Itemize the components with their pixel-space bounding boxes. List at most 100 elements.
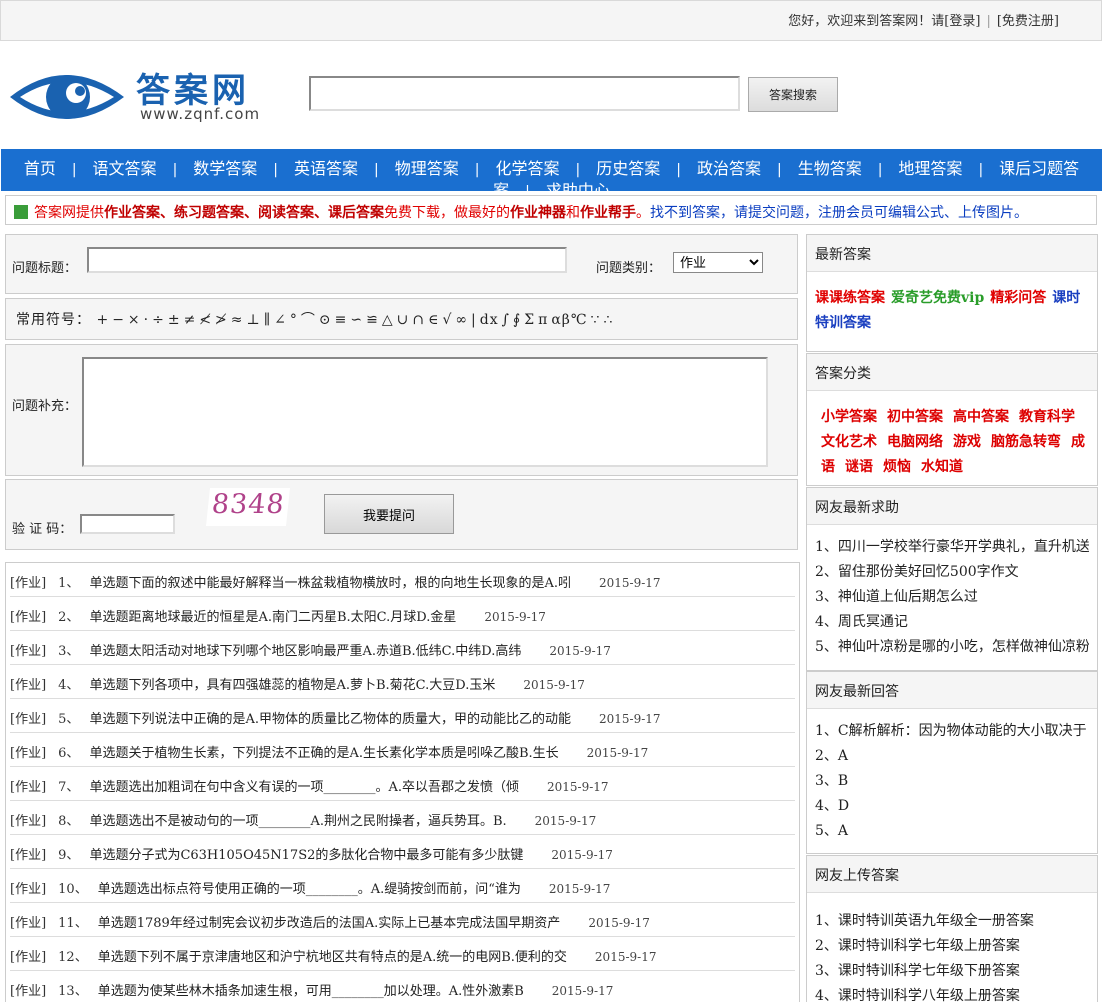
symbol-button[interactable]: |	[471, 312, 477, 328]
nav-item[interactable]: 求助中心	[546, 181, 610, 191]
latest-reply-item[interactable]: 3、B	[815, 769, 1089, 794]
question-category[interactable]: [作业]	[10, 712, 46, 727]
question-row[interactable]: [作业] 13、 单选题为使某些林木插条加速生根，可用________加以处理。A.…	[10, 971, 795, 1002]
question-title-link[interactable]: 单选题下列说法中正确的是A.甲物体的质量比乙物体的质量大，甲的动能比乙的动能	[89, 712, 571, 727]
nav-item[interactable]: 语文答案	[93, 159, 157, 178]
login-link[interactable]: [登录]	[944, 14, 980, 29]
uploaded-answer-item[interactable]: 2、课时特训科学七年级上册答案	[815, 934, 1089, 959]
answer-category-link[interactable]: 谜语	[845, 459, 873, 475]
captcha-image[interactable]: 8348	[206, 488, 290, 526]
question-row[interactable]: [作业] 3、 单选题太阳活动对地球下列哪个地区影响最严重A.赤道B.低纬C.中纬D…	[10, 631, 795, 665]
symbol-button[interactable]: △	[382, 312, 394, 328]
answer-category-link[interactable]: 初中答案	[887, 409, 943, 425]
question-category[interactable]: [作业]	[10, 644, 46, 659]
question-row[interactable]: [作业] 8、 单选题选出不是被动句的一项________A.荆州之民附操者，逼兵势…	[10, 801, 795, 835]
search-button[interactable]: 答案搜索	[748, 77, 838, 112]
symbol-button[interactable]: ≌	[366, 312, 379, 328]
answer-category-link[interactable]: 游戏	[953, 434, 981, 450]
question-category[interactable]: [作业]	[10, 610, 46, 625]
nav-item[interactable]: 物理答案	[395, 159, 459, 178]
search-input[interactable]	[309, 76, 740, 111]
symbol-button[interactable]: ∠	[274, 312, 287, 328]
latest-reply-item[interactable]: 5、A	[815, 819, 1089, 844]
nav-item[interactable]: 地理答案	[898, 159, 962, 178]
symbol-button[interactable]: ≈	[231, 312, 244, 328]
symbol-button[interactable]: π	[538, 312, 548, 328]
symbol-button[interactable]: ∩	[412, 312, 425, 328]
question-title-link[interactable]: 单选题下面的叙述中能最好解释当一株盆栽植物横放时，根的向地生长现象的是A.吲	[89, 576, 571, 591]
question-title-link[interactable]: 单选题为使某些林木插条加速生根，可用________加以处理。A.性外激素B	[98, 984, 524, 999]
question-category[interactable]: [作业]	[10, 950, 46, 965]
supplement-textarea[interactable]	[82, 357, 768, 467]
symbol-button[interactable]: ∮	[513, 312, 521, 328]
latest-answer-link[interactable]: 精彩问答	[990, 290, 1046, 306]
question-title-input[interactable]	[87, 247, 567, 273]
question-title-link[interactable]: 单选题下列各项中，具有四强雄蕊的植物是A.萝卜B.菊花C.大豆D.玉米	[89, 678, 495, 693]
nav-item[interactable]: 生物答案	[798, 159, 862, 178]
question-row[interactable]: [作业] 6、 单选题关于植物生长素，下列提法不正确的是A.生长素化学本质是吲哚乙酸…	[10, 733, 795, 767]
question-row[interactable]: [作业] 2、 单选题距离地球最近的恒星是A.南门二丙星B.太阳C.月球D.金星 20…	[10, 597, 795, 631]
nav-item[interactable]: 政治答案	[697, 159, 761, 178]
symbol-button[interactable]: ∽	[350, 312, 363, 328]
question-category[interactable]: [作业]	[10, 882, 46, 897]
symbol-button[interactable]: ∞	[455, 312, 468, 328]
symbol-button[interactable]: ≡	[335, 312, 348, 328]
question-title-link[interactable]: 单选题下列不属于京津唐地区和沪宁杭地区共有特点的是A.统一的电网B.便利的交	[98, 950, 567, 965]
answer-category-link[interactable]: 电脑网络	[887, 434, 943, 450]
register-link[interactable]: [免费注册]	[997, 14, 1059, 29]
question-category[interactable]: [作业]	[10, 746, 46, 761]
latest-reply-item[interactable]: 4、D	[815, 794, 1089, 819]
latest-reply-item[interactable]: 2、A	[815, 744, 1089, 769]
question-title-link[interactable]: 单选题距离地球最近的恒星是A.南门二丙星B.太阳C.月球D.金星	[89, 610, 456, 625]
question-category[interactable]: [作业]	[10, 780, 46, 795]
uploaded-answer-item[interactable]: 1、课时特训英语九年级全一册答案	[815, 909, 1089, 934]
latest-answer-link[interactable]: 爱奇艺免费vip	[891, 290, 984, 306]
answer-category-link[interactable]: 脑筋急转弯	[991, 434, 1061, 450]
question-title-link[interactable]: 单选题太阳活动对地球下列哪个地区影响最严重A.赤道B.低纬C.中纬D.高纬	[89, 644, 521, 659]
symbol-button[interactable]: −	[112, 312, 125, 328]
latest-reply-item[interactable]: 1、C解析解析：因为物体动能的大小取决于	[815, 719, 1089, 744]
help-request-item[interactable]: 5、神仙叶凉粉是哪的小吃，怎样做神仙凉粉	[815, 635, 1089, 660]
uploaded-answer-item[interactable]: 3、课时特训科学七年级下册答案	[815, 959, 1089, 984]
symbol-button[interactable]: ≠	[184, 312, 197, 328]
question-title-link[interactable]: 单选题1789年经过制宪会议初步改造后的法国A.实际上已基本完成法国早期资产	[98, 916, 561, 931]
symbol-button[interactable]: ⌒	[301, 312, 316, 328]
nav-item[interactable]: 数学答案	[193, 159, 257, 178]
category-select[interactable]: 作业	[673, 252, 763, 273]
symbol-button[interactable]: ∵	[591, 312, 601, 328]
symbol-button[interactable]: ∫	[502, 312, 510, 328]
symbol-button[interactable]: ×	[128, 312, 141, 328]
symbol-button[interactable]: ≮	[199, 312, 212, 328]
question-row[interactable]: [作业] 9、 单选题分子式为C63H105O45N17S2的多肽化合物中最多可能有…	[10, 835, 795, 869]
symbol-button[interactable]: ∴	[603, 312, 613, 328]
question-row[interactable]: [作业] 1、 单选题下面的叙述中能最好解释当一株盆栽植物横放时，根的向地生长现象的…	[10, 563, 795, 597]
symbol-button[interactable]: ∪	[397, 312, 410, 328]
nav-item[interactable]: 化学答案	[495, 159, 559, 178]
question-row[interactable]: [作业] 4、 单选题下列各项中，具有四强雄蕊的植物是A.萝卜B.菊花C.大豆D.玉…	[10, 665, 795, 699]
question-category[interactable]: [作业]	[10, 984, 46, 999]
symbol-button[interactable]: ≯	[215, 312, 228, 328]
symbol-button[interactable]: dx	[480, 312, 499, 328]
question-title-link[interactable]: 单选题选出加粗词在句中含义有误的一项________。A.卒以吾郡之发愤（倾	[89, 780, 519, 795]
help-request-item[interactable]: 1、四川一学校举行豪华开学典礼，直升机送	[815, 535, 1089, 560]
nav-item[interactable]: 历史答案	[596, 159, 660, 178]
captcha-input[interactable]	[80, 514, 175, 534]
question-row[interactable]: [作业] 12、 单选题下列不属于京津唐地区和沪宁杭地区共有特点的是A.统一的电网B…	[10, 937, 795, 971]
nav-item[interactable]: 英语答案	[294, 159, 358, 178]
symbol-button[interactable]: αβ℃	[551, 312, 587, 328]
symbol-button[interactable]: ⊥	[247, 312, 261, 328]
symbol-button[interactable]: °	[290, 312, 298, 328]
question-category[interactable]: [作业]	[10, 678, 46, 693]
help-request-item[interactable]: 2、留住那份美好回忆500字作文	[815, 560, 1089, 585]
question-title-link[interactable]: 单选题选出标点符号使用正确的一项________。A.缇骑按剑而前，问“谁为	[98, 882, 521, 897]
answer-category-link[interactable]: 教育科学	[1019, 409, 1075, 425]
answer-category-link[interactable]: 文化艺术	[821, 434, 877, 450]
symbol-button[interactable]: ·	[144, 312, 149, 328]
question-row[interactable]: [作业] 10、 单选题选出标点符号使用正确的一项________。A.缇骑按剑而前…	[10, 869, 795, 903]
question-title-link[interactable]: 单选题分子式为C63H105O45N17S2的多肽化合物中最多可能有多少肽键	[89, 848, 523, 863]
symbol-button[interactable]: ±	[168, 312, 181, 328]
symbol-button[interactable]: Σ	[524, 312, 535, 328]
nav-item[interactable]: 首页	[24, 159, 56, 178]
submit-question-button[interactable]: 我要提问	[324, 494, 454, 534]
question-title-link[interactable]: 单选题关于植物生长素，下列提法不正确的是A.生长素化学本质是吲哚乙酸B.生长	[89, 746, 558, 761]
